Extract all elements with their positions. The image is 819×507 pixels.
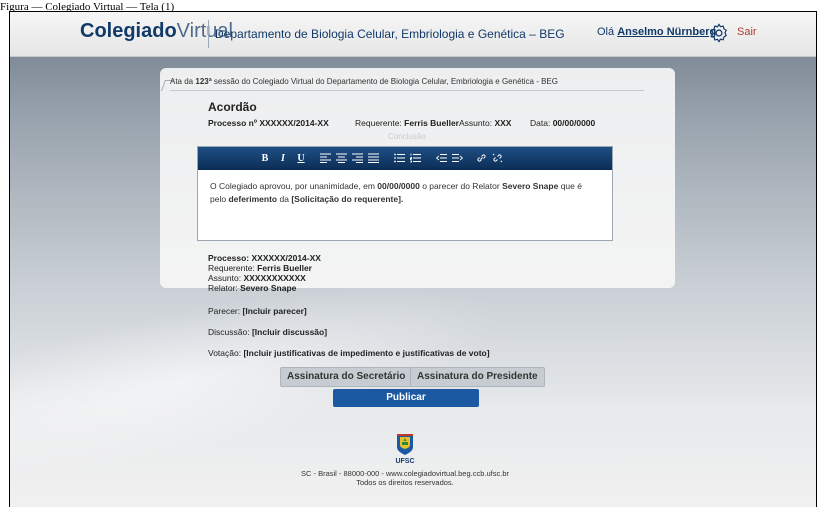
meta-processo-label: Processo nº bbox=[208, 118, 257, 128]
publish-button[interactable]: Publicar bbox=[333, 389, 479, 407]
detail-assunto-value: XXXXXXXXXXX bbox=[243, 273, 306, 283]
detail-requerente-value: Ferris Bueller bbox=[257, 263, 312, 273]
unlink-icon[interactable] bbox=[490, 151, 504, 166]
editor-text-4: da bbox=[279, 194, 289, 204]
italic-icon[interactable]: I bbox=[276, 151, 290, 166]
align-right-icon[interactable] bbox=[350, 151, 364, 166]
detail-requerente: Requerente: Ferris Bueller bbox=[208, 263, 321, 273]
votacao-label: Votação: bbox=[208, 348, 242, 358]
gear-icon[interactable] bbox=[708, 22, 730, 44]
parecer-label: Parecer: bbox=[208, 306, 241, 316]
detail-processo-label: Processo: bbox=[208, 253, 250, 263]
ufsc-logo-text: UFSC bbox=[395, 458, 414, 465]
ata-prefix: Ata da bbox=[170, 77, 194, 86]
meta-assunto: Assunto: XXX bbox=[459, 118, 511, 128]
footer-address: SC - Brasil - 88000-000 - www.colegiadov… bbox=[300, 469, 509, 478]
logout-link[interactable]: Sair bbox=[737, 26, 757, 38]
detail-assunto: Assunto: XXXXXXXXXXX bbox=[208, 273, 321, 283]
editor-decision: deferimento bbox=[228, 194, 278, 204]
votacao-line: Votação: [Incluir justificativas de impe… bbox=[208, 348, 490, 358]
discussao-line: Discussão: [Incluir discussão] bbox=[208, 327, 327, 337]
greeting-text: Olá bbox=[597, 26, 615, 38]
detail-processo: Processo: XXXXXX/2014-XX bbox=[208, 253, 321, 263]
user-name-link[interactable]: Anselmo Nürnberg bbox=[617, 26, 716, 38]
secretary-signature-button[interactable]: Assinatura do Secretário bbox=[280, 367, 413, 387]
meta-assunto-label: Assunto: bbox=[459, 118, 493, 128]
ufsc-logo: UFSC bbox=[395, 434, 415, 465]
editor-toolbar: B I U bbox=[198, 147, 612, 170]
numbered-list-icon[interactable] bbox=[408, 151, 422, 166]
indent-icon[interactable] bbox=[450, 151, 464, 166]
user-greeting: Olá Anselmo Nürnberg bbox=[597, 26, 716, 38]
votacao-placeholder[interactable]: [Incluir justificativas de impedimento e… bbox=[243, 348, 489, 358]
bullet-list-icon[interactable] bbox=[392, 151, 406, 166]
ata-number: 123ª bbox=[195, 77, 212, 86]
ata-title: Ata da 123ª sessão do Colegiado Virtual … bbox=[170, 77, 644, 91]
editor-content[interactable]: O Colegiado aprovou, por unanimidade, em… bbox=[198, 170, 612, 216]
meta-processo-value: XXXXXX/2014-XX bbox=[259, 118, 329, 128]
top-bar: ColegiadoVirtual Departamento de Biologi… bbox=[10, 12, 816, 57]
meta-requerente-value: Ferris Bueller bbox=[404, 118, 459, 128]
acordao-title: Acordão bbox=[208, 100, 257, 114]
detail-relator-value: Severo Snape bbox=[240, 283, 297, 293]
brand-bold: Colegiado bbox=[80, 20, 177, 42]
detail-assunto-label: Assunto: bbox=[208, 273, 242, 283]
president-signature-button[interactable]: Assinatura do Presidente bbox=[410, 367, 545, 387]
underline-icon[interactable]: U bbox=[294, 151, 308, 166]
editor-request: [Solicitação do requerente]. bbox=[291, 194, 404, 204]
justify-icon[interactable] bbox=[366, 151, 380, 166]
link-icon[interactable] bbox=[474, 151, 488, 166]
detail-relator-label: Relator: bbox=[208, 283, 238, 293]
editor-relator: Severo Snape bbox=[502, 181, 559, 191]
process-details: Processo: XXXXXX/2014-XX Requerente: Fer… bbox=[208, 253, 321, 293]
department-name: Departamento de Biologia Celular, Embrio… bbox=[208, 20, 565, 48]
meta-requerente-label: Requerente: bbox=[355, 118, 402, 128]
meta-requerente: Requerente: Ferris Bueller bbox=[355, 118, 459, 128]
discussao-placeholder[interactable]: [Incluir discussão] bbox=[252, 327, 327, 337]
parecer-placeholder[interactable]: [Incluir parecer] bbox=[243, 306, 307, 316]
footer: SC - Brasil - 88000-000 - www.colegiadov… bbox=[200, 469, 610, 487]
footer-rights: Todos os direitos reservados. bbox=[356, 478, 454, 487]
parecer-line: Parecer: [Incluir parecer] bbox=[208, 306, 307, 316]
meta-data-value: 00/00/0000 bbox=[552, 118, 596, 128]
ghost-label: Conclusão bbox=[388, 132, 426, 141]
detail-relator: Relator: Severo Snape bbox=[208, 283, 321, 293]
discussao-label: Discussão: bbox=[208, 327, 250, 337]
rich-text-editor[interactable]: B I U O Colegiado aprovou, por unanimida… bbox=[197, 146, 613, 241]
align-center-icon[interactable] bbox=[334, 151, 348, 166]
align-left-icon[interactable] bbox=[318, 151, 332, 166]
meta-data: Data: 00/00/0000 bbox=[530, 118, 595, 128]
editor-text-1: O Colegiado aprovou, por unanimidade, em bbox=[210, 181, 375, 191]
meta-assunto-value: XXX bbox=[494, 118, 512, 128]
outdent-icon[interactable] bbox=[434, 151, 448, 166]
detail-requerente-label: Requerente: bbox=[208, 263, 255, 273]
detail-processo-value: XXXXXX/2014-XX bbox=[251, 253, 321, 263]
meta-processo: Processo nº XXXXXX/2014-XX bbox=[208, 118, 329, 128]
bold-icon[interactable]: B bbox=[258, 151, 272, 166]
meta-data-label: Data: bbox=[530, 118, 551, 128]
editor-text-2: o parecer do Relator bbox=[422, 181, 500, 191]
editor-date: 00/00/0000 bbox=[377, 181, 420, 191]
ata-suffix: sessão do Colegiado Virtual do Departame… bbox=[213, 77, 558, 86]
